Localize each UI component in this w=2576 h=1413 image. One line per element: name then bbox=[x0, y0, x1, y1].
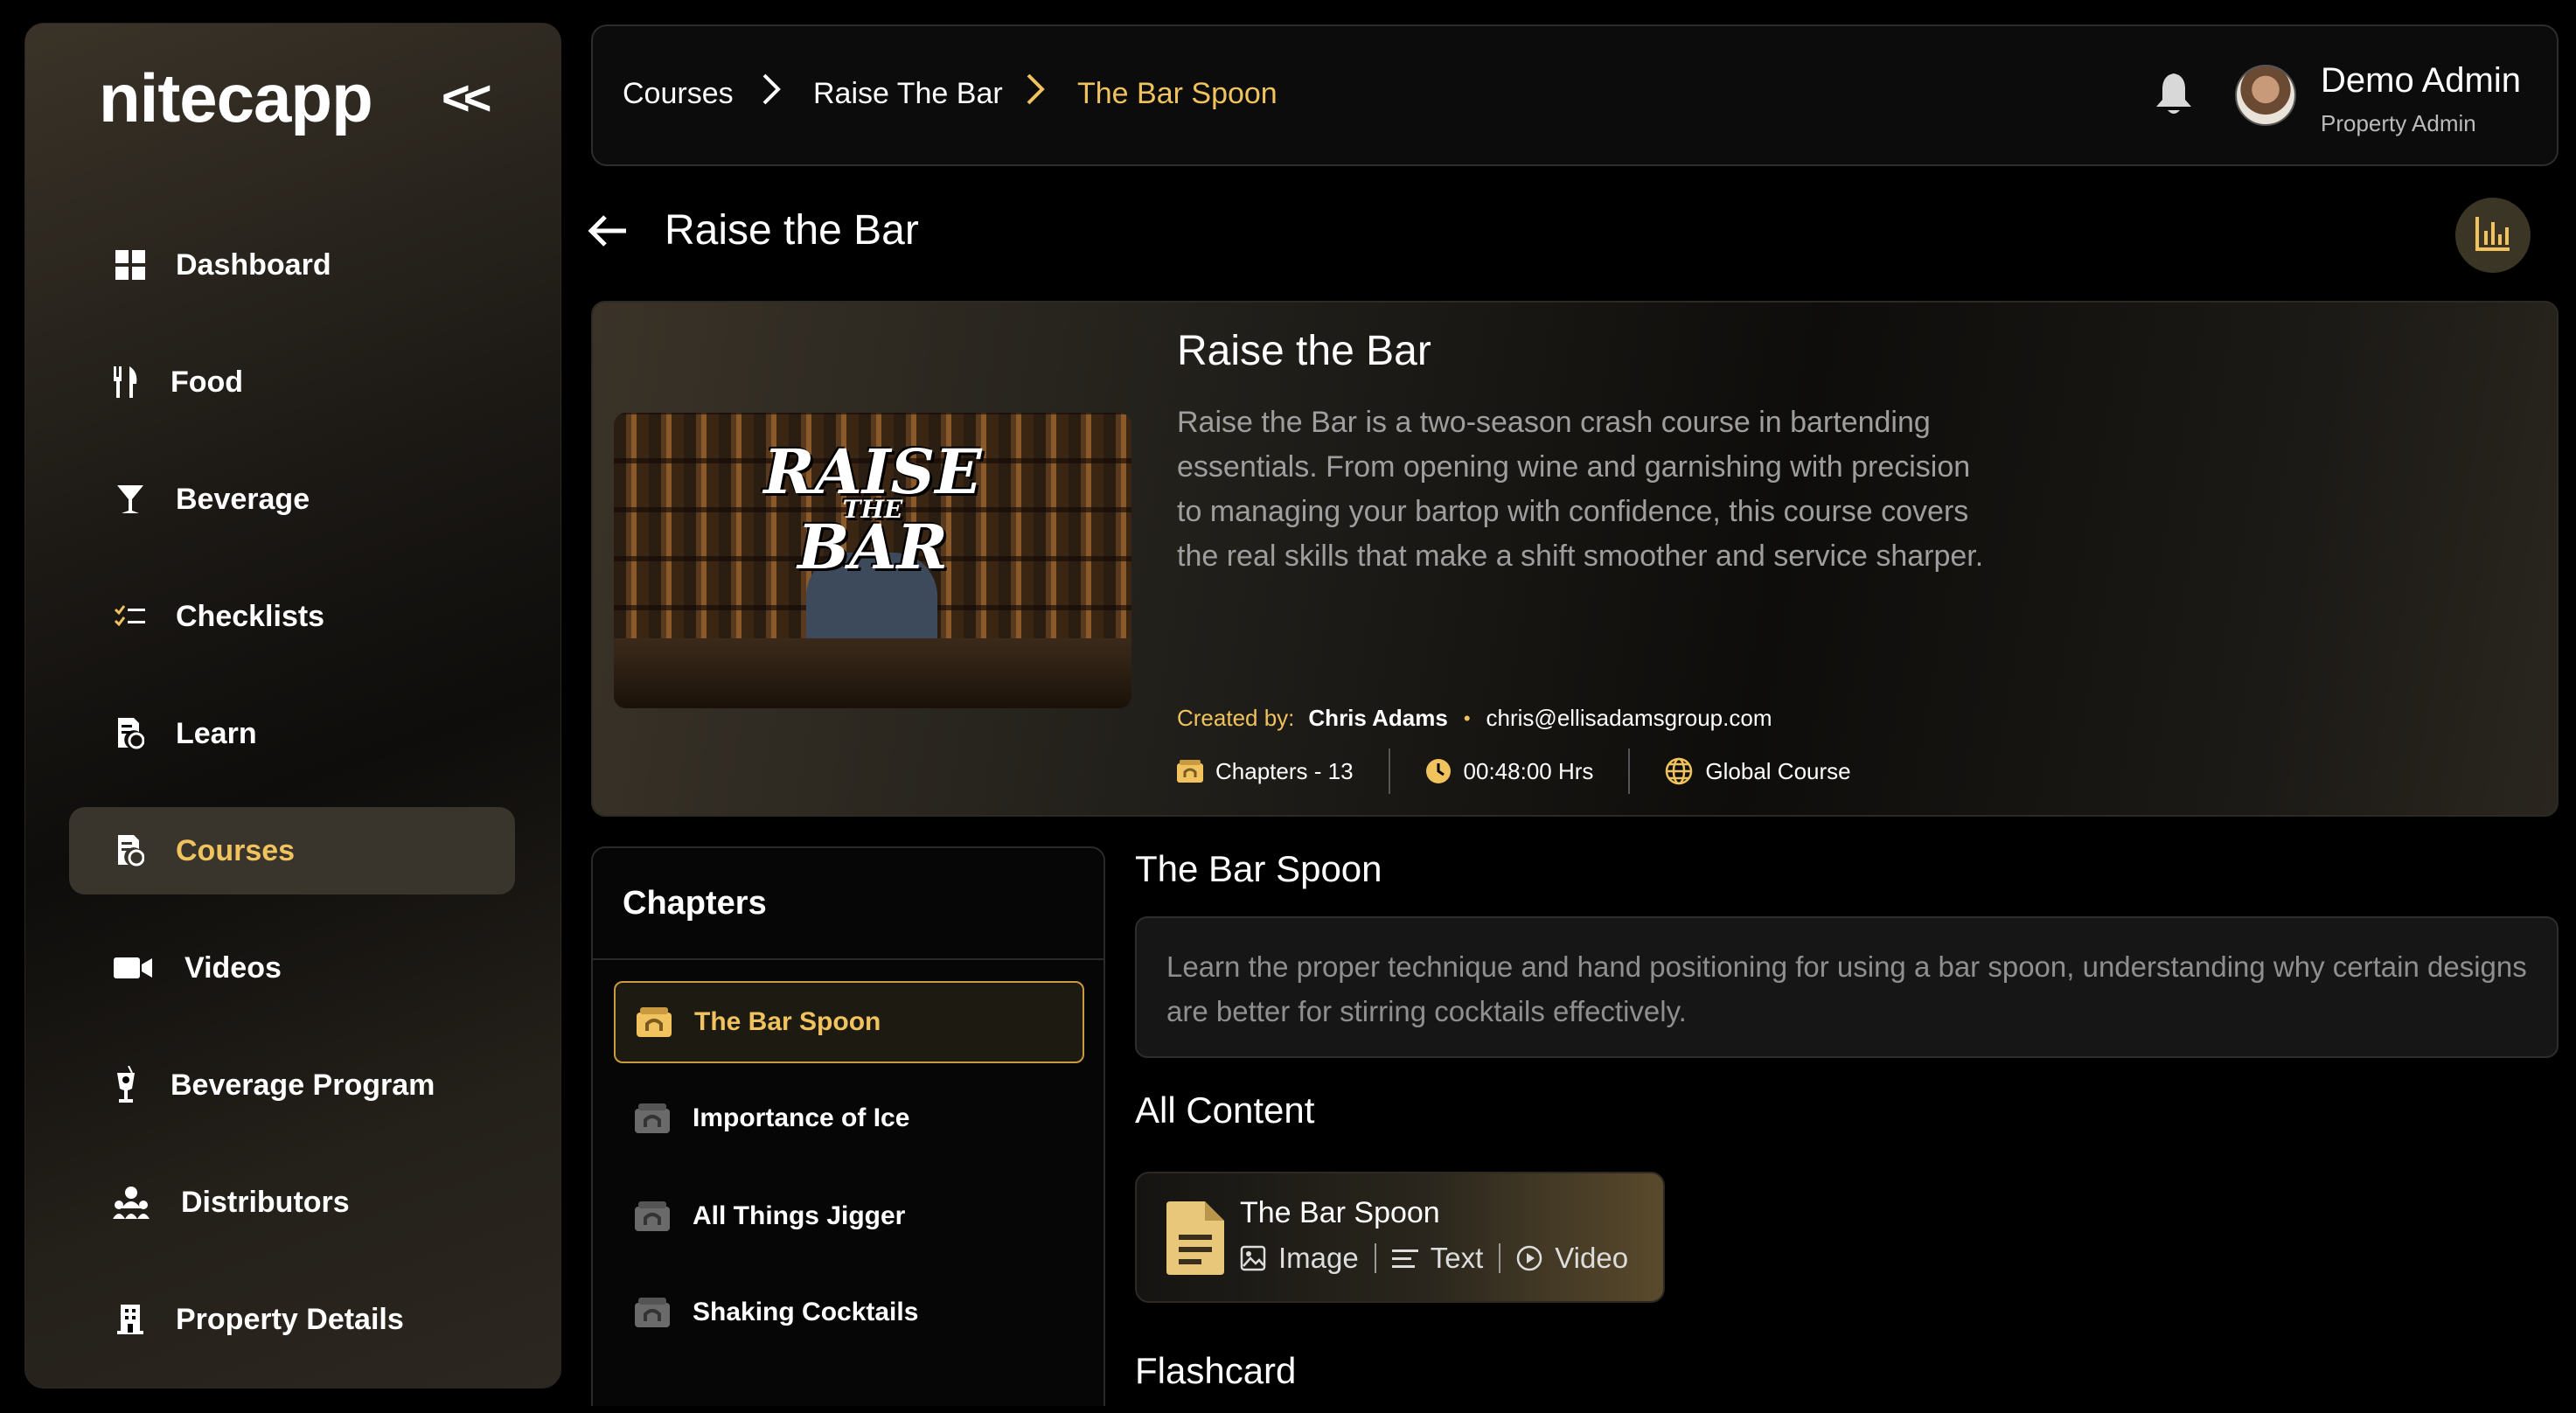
breadcrumb-raise-the-bar[interactable]: Raise The Bar bbox=[813, 77, 1003, 111]
course-scope: Global Course bbox=[1665, 757, 1851, 785]
content-tags: Image Text Video bbox=[1240, 1242, 1628, 1275]
sidebar-item-label: Property Details bbox=[176, 1302, 404, 1336]
chapter-box-icon bbox=[635, 1298, 670, 1327]
checklist-icon bbox=[113, 599, 148, 634]
chapter-item-importance-of-ice[interactable]: Importance of Ice bbox=[614, 1077, 1084, 1159]
chapter-box-icon bbox=[637, 1007, 672, 1037]
chapter-item-all-things-jigger[interactable]: All Things Jigger bbox=[614, 1175, 1084, 1257]
dashboard-grid-icon bbox=[113, 247, 148, 282]
analytics-button[interactable] bbox=[2455, 198, 2531, 273]
app-logo[interactable]: nitecapp bbox=[99, 59, 373, 138]
separator-dot: • bbox=[1463, 706, 1471, 729]
courses-document-icon bbox=[113, 833, 148, 868]
sidebar-item-courses[interactable]: Courses bbox=[69, 807, 515, 894]
chapter-box-icon bbox=[635, 1103, 670, 1133]
created-by-row: Created by: Chris Adams • chris@ellisada… bbox=[1177, 705, 1772, 732]
tag-text: Text bbox=[1391, 1242, 1483, 1275]
chapter-item-the-bar-spoon[interactable]: The Bar Spoon bbox=[614, 981, 1084, 1063]
sidebar: nitecapp << Dashboard Food Beverage Chec… bbox=[24, 23, 561, 1389]
chapter-description: Learn the proper technique and hand posi… bbox=[1135, 916, 2559, 1058]
sidebar-item-label: Courses bbox=[176, 833, 296, 867]
cocktail-glass-icon bbox=[113, 482, 148, 517]
content-card[interactable]: The Bar Spoon Image Text Video bbox=[1135, 1172, 1665, 1303]
course-title: Raise the Bar bbox=[1177, 328, 1431, 374]
flashcard-title: Flashcard bbox=[1135, 1350, 1297, 1391]
sidebar-item-label: Checklists bbox=[176, 599, 325, 633]
sidebar-item-label: Beverage Program bbox=[171, 1068, 435, 1102]
chapter-label: Importance of Ice bbox=[693, 1103, 910, 1132]
tag-video: Video bbox=[1516, 1242, 1628, 1275]
document-icon bbox=[1166, 1201, 1224, 1279]
beverage-program-icon bbox=[113, 1066, 139, 1103]
chevron-right-icon bbox=[1025, 72, 1046, 111]
sidebar-item-beverage[interactable]: Beverage bbox=[69, 456, 515, 543]
course-image-logo: RAISE THE BAR bbox=[763, 435, 982, 583]
course-description: Raise the Bar is a two-season crash cour… bbox=[1177, 406, 1984, 573]
back-arrow-icon[interactable] bbox=[588, 213, 628, 253]
divider bbox=[1388, 748, 1390, 794]
sidebar-item-label: Videos bbox=[184, 950, 282, 985]
distributors-people-icon bbox=[113, 1185, 150, 1220]
sidebar-item-label: Distributors bbox=[181, 1185, 350, 1219]
sidebar-item-videos[interactable]: Videos bbox=[69, 924, 515, 1012]
sidebar-item-label: Beverage bbox=[176, 482, 310, 516]
creator-name: Chris Adams bbox=[1308, 705, 1448, 731]
play-circle-icon bbox=[1516, 1245, 1542, 1271]
page-title: Raise the Bar bbox=[665, 207, 919, 254]
notification-bell-icon[interactable] bbox=[2155, 72, 2193, 122]
chapter-box-icon bbox=[1177, 760, 1203, 783]
breadcrumb-current: The Bar Spoon bbox=[1077, 77, 1278, 110]
created-by-label: Created by: bbox=[1177, 705, 1295, 731]
text-lines-icon bbox=[1391, 1248, 1418, 1269]
chapters-title: Chapters bbox=[623, 885, 767, 922]
image-icon bbox=[1240, 1245, 1266, 1271]
chapter-detail-title: The Bar Spoon bbox=[1135, 848, 1382, 889]
collapse-sidebar-button[interactable]: << bbox=[442, 69, 491, 126]
sidebar-item-label: Dashboard bbox=[176, 247, 331, 282]
sidebar-item-dashboard[interactable]: Dashboard bbox=[69, 221, 515, 309]
sidebar-item-food[interactable]: Food bbox=[69, 338, 515, 426]
sidebar-item-beverage-program[interactable]: Beverage Program bbox=[69, 1041, 515, 1129]
sidebar-item-property-details[interactable]: Property Details bbox=[69, 1276, 515, 1363]
learn-document-icon bbox=[113, 716, 148, 751]
creator-email: chris@ellisadamsgroup.com bbox=[1486, 705, 1772, 731]
tag-image: Image bbox=[1240, 1242, 1359, 1275]
course-card: RAISE THE BAR Raise the Bar Raise the Ba… bbox=[591, 301, 2559, 817]
fork-knife-icon bbox=[113, 365, 139, 400]
sidebar-item-distributors[interactable]: Distributors bbox=[69, 1159, 515, 1246]
divider bbox=[1628, 748, 1631, 794]
course-cover-image: RAISE THE BAR bbox=[614, 413, 1131, 708]
divider bbox=[593, 958, 1104, 960]
top-header: Courses Raise The Bar The Bar Spoon Demo… bbox=[591, 24, 2559, 166]
sidebar-item-label: Learn bbox=[176, 716, 257, 750]
video-camera-icon bbox=[113, 950, 153, 985]
building-icon bbox=[113, 1302, 148, 1337]
avatar[interactable] bbox=[2235, 65, 2296, 126]
content-title: The Bar Spoon bbox=[1240, 1196, 1440, 1229]
sidebar-item-learn[interactable]: Learn bbox=[69, 690, 515, 777]
chapters-count: Chapters - 13 bbox=[1177, 758, 1354, 785]
sidebar-item-label: Food bbox=[171, 365, 244, 399]
chapters-panel: Chapters The Bar Spoon Importance of Ice… bbox=[591, 846, 1105, 1406]
sidebar-item-checklists[interactable]: Checklists bbox=[69, 573, 515, 660]
chapter-label: Shaking Cocktails bbox=[693, 1298, 919, 1326]
user-role: Property Admin bbox=[2321, 110, 2476, 136]
breadcrumb-courses[interactable]: Courses bbox=[623, 77, 734, 111]
chevron-right-icon bbox=[761, 72, 782, 111]
divider bbox=[1499, 1243, 1501, 1273]
bar-chart-icon bbox=[2475, 215, 2511, 256]
divider bbox=[1374, 1243, 1376, 1273]
chapter-label: The Bar Spoon bbox=[694, 1007, 881, 1036]
course-duration: 00:48:00 Hrs bbox=[1425, 758, 1593, 785]
chapter-label: All Things Jigger bbox=[693, 1201, 906, 1230]
chapter-item-shaking-cocktails[interactable]: Shaking Cocktails bbox=[614, 1271, 1084, 1354]
chapter-box-icon bbox=[635, 1201, 670, 1231]
globe-icon bbox=[1665, 757, 1693, 785]
clock-icon bbox=[1425, 758, 1452, 784]
course-meta-row: Chapters - 13 00:48:00 Hrs Global Course bbox=[1177, 748, 1851, 794]
all-content-title: All Content bbox=[1135, 1089, 1315, 1131]
user-name: Demo Admin bbox=[2321, 61, 2521, 100]
